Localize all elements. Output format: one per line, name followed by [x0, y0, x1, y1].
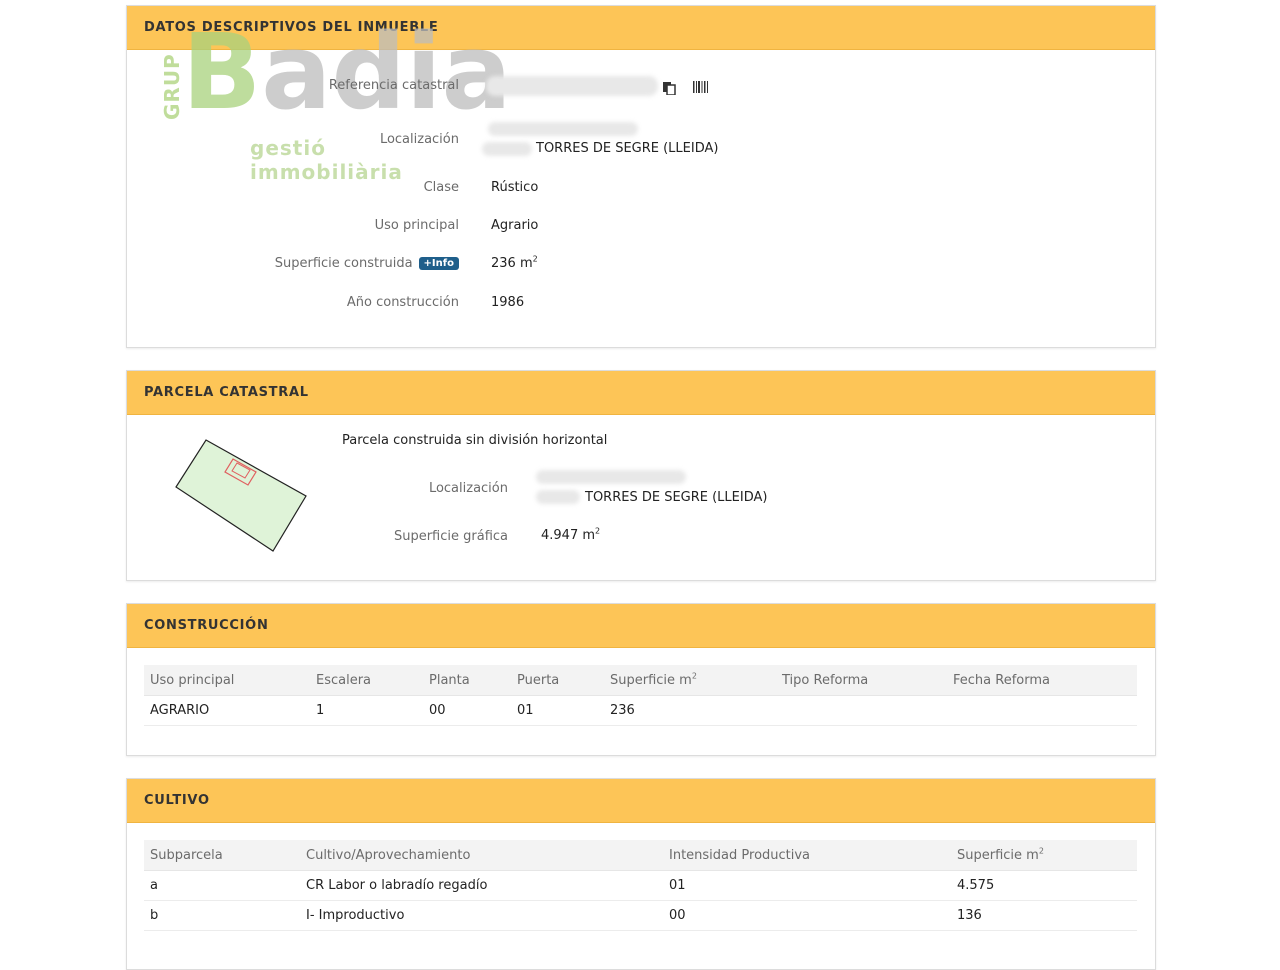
- col-superficie: Superficie m2: [604, 665, 776, 696]
- cultivo-panel-title: CULTIVO: [127, 779, 1155, 823]
- ref-catastral-redacted: [486, 76, 658, 96]
- table-row: a CR Labor o labradío regadío 01 4.575: [144, 870, 1137, 901]
- superficie-construida-number: 236 m: [491, 256, 533, 271]
- info-button[interactable]: +Info: [418, 257, 459, 270]
- cultivo-header-row: Subparcela Cultivo/Aprovechamiento Inten…: [144, 840, 1137, 871]
- uso-principal-value: Agrario: [491, 218, 539, 233]
- col-superficie: Superficie m2: [951, 840, 1137, 871]
- cell-superficie: 136: [951, 900, 1137, 931]
- cell-puerta: 01: [511, 695, 604, 726]
- construccion-header-row: Uso principal Escalera Planta Puerta Sup…: [144, 665, 1137, 696]
- copy-icon[interactable]: [662, 80, 676, 96]
- anio-construccion-label: Año construcción: [346, 295, 459, 310]
- cultivo-table: Subparcela Cultivo/Aprovechamiento Inten…: [144, 840, 1137, 931]
- col-planta: Planta: [423, 665, 511, 696]
- col-intensidad: Intensidad Productiva: [663, 840, 951, 871]
- cell-superficie: 4.575: [951, 870, 1137, 901]
- cell-tipo-reforma: [776, 695, 947, 726]
- parcel-map-sketch[interactable]: [170, 432, 315, 562]
- superficie-construida-label: Superficie construida: [274, 256, 413, 271]
- cell-uso: AGRARIO: [144, 695, 310, 726]
- cell-subparcela: a: [144, 870, 300, 901]
- parcela-address-redacted-line1: [536, 470, 686, 484]
- datos-panel: DATOS DESCRIPTIVOS DEL INMUEBLE: [126, 5, 1156, 348]
- superficie-grafica-number: 4.947 m: [541, 528, 596, 543]
- cell-intensidad: 01: [663, 870, 951, 901]
- superficie-grafica-value: 4.947 m2: [541, 526, 601, 543]
- col-superficie-text: Superficie m: [957, 847, 1039, 863]
- parcela-panel-title: PARCELA CATASTRAL: [127, 371, 1155, 415]
- table-row: AGRARIO 1 00 01 236: [144, 695, 1137, 726]
- table-row: b I- Improductivo 00 136: [144, 900, 1137, 931]
- col-superficie-exp: 2: [1038, 846, 1044, 856]
- construccion-panel: CONSTRUCCIÓN Uso principal Escalera Plan…: [126, 603, 1156, 756]
- address-redacted-line2: [482, 142, 532, 156]
- cell-superficie: 236: [604, 695, 776, 726]
- parcela-localizacion-value: TORRES DE SEGRE (LLEIDA): [585, 490, 768, 505]
- col-puerta: Puerta: [511, 665, 604, 696]
- col-cultivo: Cultivo/Aprovechamiento: [300, 840, 663, 871]
- parcela-description: Parcela construida sin división horizont…: [342, 433, 608, 448]
- col-subparcela: Subparcela: [144, 840, 300, 871]
- col-escalera: Escalera: [310, 665, 423, 696]
- cell-cultivo: I- Improductivo: [300, 900, 663, 931]
- barcode-icon[interactable]: [693, 78, 709, 93]
- clase-value: Rústico: [491, 180, 539, 195]
- cell-subparcela: b: [144, 900, 300, 931]
- col-superficie-text: Superficie m: [610, 672, 692, 688]
- construccion-panel-title: CONSTRUCCIÓN: [127, 604, 1155, 648]
- superficie-grafica-label: Superficie gráfica: [393, 529, 508, 544]
- cell-planta: 00: [423, 695, 511, 726]
- cultivo-panel: CULTIVO Subparcela Cultivo/Aprovechamien…: [126, 778, 1156, 970]
- superficie-construida-exp: 2: [532, 254, 538, 264]
- construccion-table: Uso principal Escalera Planta Puerta Sup…: [144, 665, 1137, 726]
- cell-escalera: 1: [310, 695, 423, 726]
- col-fecha-reforma: Fecha Reforma: [947, 665, 1137, 696]
- superficie-construida-value: 236 m2: [491, 254, 538, 271]
- col-tipo-reforma: Tipo Reforma: [776, 665, 947, 696]
- localizacion-value: TORRES DE SEGRE (LLEIDA): [536, 141, 719, 156]
- col-uso-principal: Uso principal: [144, 665, 310, 696]
- cell-fecha-reforma: [947, 695, 1137, 726]
- ref-catastral-label: Referencia catastral: [328, 78, 459, 93]
- parcela-localizacion-label: Localización: [428, 481, 508, 496]
- superficie-grafica-exp: 2: [595, 526, 601, 536]
- superficie-construida-row: Superficie construida +Info: [275, 256, 459, 271]
- anio-construccion-value: 1986: [491, 295, 525, 310]
- parcela-address-redacted-line2: [536, 490, 580, 504]
- cell-cultivo: CR Labor o labradío regadío: [300, 870, 663, 901]
- address-redacted-line1: [488, 122, 638, 136]
- col-superficie-exp: 2: [691, 671, 697, 681]
- cell-intensidad: 00: [663, 900, 951, 931]
- uso-principal-label: Uso principal: [374, 218, 459, 233]
- datos-panel-title: DATOS DESCRIPTIVOS DEL INMUEBLE: [127, 6, 1155, 50]
- clase-label: Clase: [423, 180, 459, 195]
- localizacion-label: Localización: [379, 132, 459, 147]
